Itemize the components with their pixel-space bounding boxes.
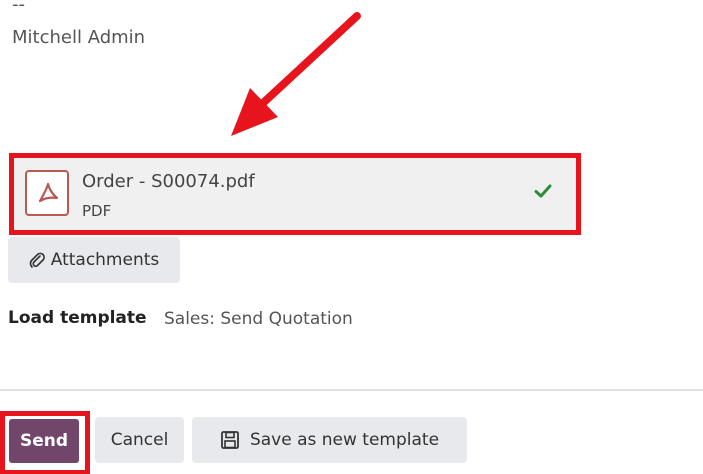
load-template-select[interactable]: Sales: Send Quotation <box>164 309 353 329</box>
send-highlight-box <box>0 411 90 474</box>
signature-name: Mitchell Admin <box>12 27 146 48</box>
floppy-disk-icon <box>221 431 239 449</box>
cancel-button[interactable]: Cancel <box>95 417 184 463</box>
attachment-highlight-box <box>9 153 581 235</box>
signature-separator: -- <box>12 0 25 15</box>
annotation-arrow-icon <box>231 12 361 136</box>
footer-divider <box>0 389 703 391</box>
load-template-label: Load template <box>8 308 147 328</box>
email-composer: -- Mitchell Admin Order - S00074.pdf PDF… <box>0 0 703 474</box>
attachments-button-label: Attachments <box>50 250 160 270</box>
attachments-button[interactable]: Attachments <box>8 237 180 283</box>
save-as-template-label: Save as new template <box>249 430 440 450</box>
paperclip-icon <box>29 252 45 268</box>
save-as-template-button[interactable]: Save as new template <box>192 417 467 463</box>
